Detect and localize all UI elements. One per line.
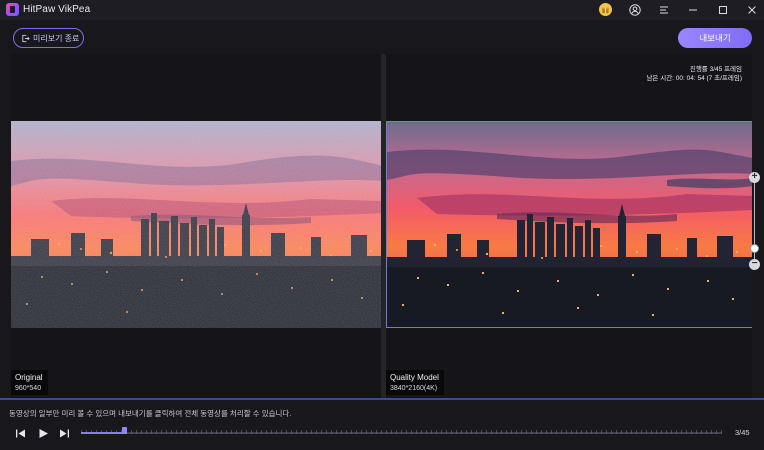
enhanced-preview-image (386, 121, 752, 328)
user-icon[interactable] (628, 3, 642, 17)
original-tag: Original 960*540 (11, 370, 48, 395)
preview-notice: 동영상의 일부만 미리 볼 수 있으며 내보내기를 클릭하여 전체 동영상를 처… (9, 409, 292, 418)
prev-frame-button[interactable] (14, 427, 26, 439)
play-icon (39, 428, 48, 438)
enhanced-preview-panel: 진행률 3/45 프레임 남은 시간: 00: 04: 54 (7 초/프레임) (386, 54, 752, 398)
exit-preview-icon (22, 34, 30, 42)
zoom-in-icon[interactable]: + (749, 172, 760, 183)
enhanced-tag: Quality Model 3840*2160(4K) (386, 370, 444, 395)
remaining-time-text: 남은 시간: 00: 04: 54 (7 초/프레임) (646, 75, 742, 82)
maximize-icon[interactable] (716, 3, 730, 17)
app-logo-icon (6, 3, 19, 16)
timeline-ticks (81, 430, 722, 434)
next-frame-icon (59, 429, 69, 437)
timeline-progress (81, 432, 124, 434)
zoom-slider-handle[interactable] (750, 244, 759, 253)
zoom-out-icon[interactable]: − (749, 259, 760, 270)
gift-icon[interactable] (599, 3, 612, 16)
original-preview-panel: Original 960*540 (11, 54, 381, 398)
enhanced-resolution: 3840*2160(4K) (390, 385, 438, 392)
minimize-icon[interactable] (686, 3, 700, 17)
timeline-playhead[interactable] (122, 427, 127, 434)
title-bar: HitPaw VikPea (0, 0, 764, 20)
original-resolution: 960*540 (15, 385, 42, 392)
divider (0, 398, 764, 400)
close-icon[interactable] (745, 3, 759, 17)
exit-preview-label: 미리보기 종료 (33, 33, 80, 43)
play-button[interactable] (37, 427, 49, 439)
menu-icon[interactable] (657, 3, 671, 17)
exit-preview-button[interactable]: 미리보기 종료 (13, 28, 84, 48)
frame-counter: 3/45 (735, 428, 750, 437)
original-label: Original (15, 373, 43, 382)
prev-frame-icon (15, 429, 25, 437)
export-button[interactable]: 내보내기 (678, 28, 752, 48)
app-title: HitPaw VikPea (23, 4, 91, 15)
original-preview-image (11, 121, 381, 328)
enhanced-label: Quality Model (390, 373, 439, 382)
next-frame-button[interactable] (58, 427, 70, 439)
